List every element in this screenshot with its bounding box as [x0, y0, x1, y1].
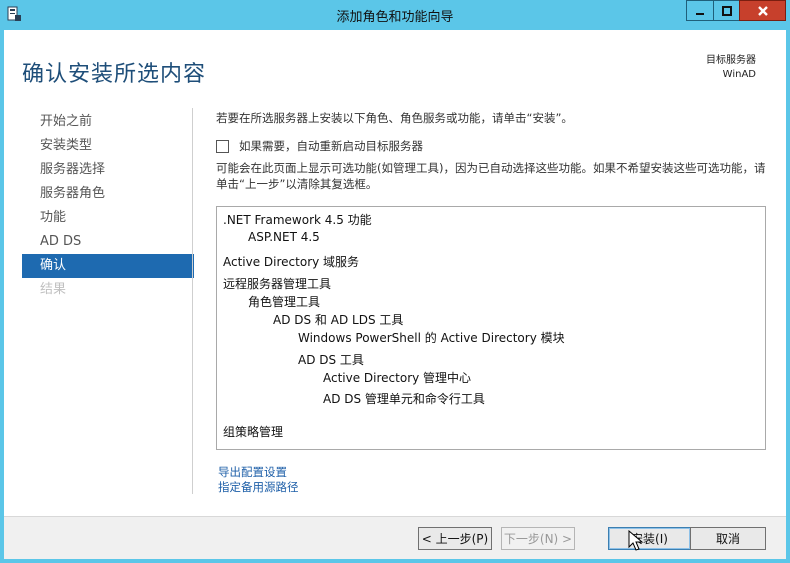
install-button[interactable]: 安装(I): [608, 527, 691, 550]
restart-option[interactable]: 如果需要，自动重新启动目标服务器: [216, 138, 423, 154]
nav-item-server-selection[interactable]: 服务器选择: [22, 158, 194, 182]
nav-item-before-you-begin[interactable]: 开始之前: [22, 110, 194, 134]
nav-item-confirmation[interactable]: 确认: [22, 254, 194, 278]
feature-item: AD DS 和 AD LDS 工具: [273, 313, 404, 327]
wizard-window: 添加角色和功能向导 确认安装所选内容 目标服务器 WinAD 开始之前 安装类型…: [0, 0, 790, 563]
next-button: 下一步(N) >: [501, 527, 575, 550]
nav-divider: [192, 108, 193, 494]
nav-item-server-roles[interactable]: 服务器角色: [22, 182, 194, 206]
minimize-button[interactable]: [686, 0, 714, 21]
restart-label[interactable]: 如果需要，自动重新启动目标服务器: [239, 138, 423, 154]
feature-item: Windows PowerShell 的 Active Directory 模块: [298, 331, 565, 345]
feature-list[interactable]: .NET Framework 4.5 功能 ASP.NET 4.5 Active…: [216, 206, 766, 450]
mouse-cursor-icon: [628, 530, 644, 551]
alternate-source-link[interactable]: 指定备用源路径: [218, 480, 299, 495]
close-button[interactable]: [739, 0, 786, 21]
nav-item-ad-ds[interactable]: AD DS: [22, 230, 194, 254]
target-server-label: 目标服务器: [706, 55, 756, 66]
target-server-info: 目标服务器 WinAD: [706, 54, 756, 82]
feature-item: Active Directory 域服务: [223, 255, 360, 269]
nav-item-installation-type[interactable]: 安装类型: [22, 134, 194, 158]
cancel-button[interactable]: 取消: [690, 527, 766, 550]
previous-button[interactable]: < 上一步(P): [418, 527, 492, 550]
maximize-icon: [721, 5, 732, 16]
export-links: 导出配置设置 指定备用源路径: [218, 465, 299, 495]
window-title: 添加角色和功能向导: [336, 10, 454, 25]
minimize-icon: [696, 12, 704, 15]
maximize-button[interactable]: [713, 0, 740, 21]
feature-item: AD DS 工具: [298, 353, 364, 367]
wizard-footer: < 上一步(P) 下一步(N) > 安装(I) 取消: [4, 516, 786, 559]
feature-item: AD DS 管理单元和命令行工具: [323, 392, 485, 406]
wizard-client-area: 确认安装所选内容 目标服务器 WinAD 开始之前 安装类型 服务器选择 服务器…: [4, 30, 786, 559]
page-title: 确认安装所选内容: [22, 62, 207, 87]
title-bar[interactable]: 添加角色和功能向导: [0, 0, 790, 30]
feature-item: ASP.NET 4.5: [248, 230, 320, 244]
intro-text: 若要在所选服务器上安装以下角色、角色服务或功能，请单击“安装”。: [216, 111, 573, 125]
feature-item: 角色管理工具: [248, 295, 321, 309]
restart-checkbox[interactable]: [216, 139, 229, 153]
export-config-link[interactable]: 导出配置设置: [218, 465, 299, 480]
feature-item: Active Directory 管理中心: [323, 371, 472, 385]
optional-features-note: 可能会在此页面上显示可选功能(如管理工具)，因为已自动选择这些功能。如果不希望安…: [216, 161, 766, 191]
close-icon: [757, 5, 768, 16]
nav-item-results: 结果: [40, 282, 67, 297]
feature-item: 远程服务器管理工具: [223, 277, 332, 291]
feature-item: .NET Framework 4.5 功能: [223, 213, 372, 227]
feature-item: 组策略管理: [223, 425, 284, 439]
nav-item-features[interactable]: 功能: [22, 206, 194, 230]
wizard-nav: 开始之前 安装类型 服务器选择 服务器角色 功能 AD DS 确认 结果: [22, 110, 194, 302]
target-server-name: WinAD: [722, 69, 756, 80]
